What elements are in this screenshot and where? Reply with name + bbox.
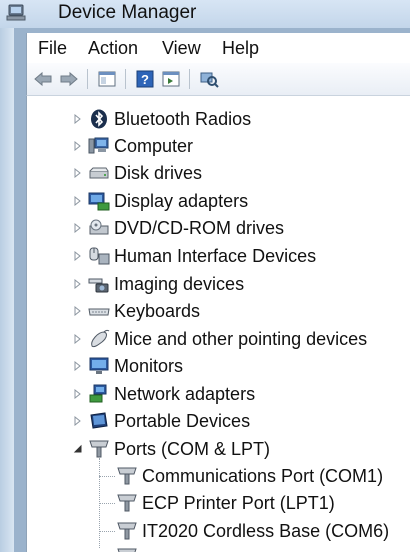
- tree-item-label: Display adapters: [114, 190, 249, 211]
- port-icon: [116, 465, 138, 487]
- tree-item-label: Ports (COM & LPT): [114, 438, 271, 459]
- action-pane-icon[interactable]: [161, 69, 181, 89]
- tree-item-label: Keyboards: [114, 300, 201, 321]
- tree-item-label: Human Interface Devices: [114, 245, 317, 266]
- tree-item-bluetooth-radios[interactable]: Bluetooth Radios: [72, 106, 251, 132]
- expand-arrow-icon[interactable]: [72, 222, 84, 234]
- disk-drive-icon: [88, 162, 110, 184]
- tree-item-computer[interactable]: Computer: [72, 133, 193, 159]
- tree-item-dvd-cd-rom-drives[interactable]: DVD/CD-ROM drives: [72, 215, 284, 241]
- toolbar-separator: [87, 69, 88, 89]
- show-hide-console-tree-icon[interactable]: [97, 69, 117, 89]
- imaging-device-icon: [88, 273, 110, 295]
- tree-item-label: Network adapters: [114, 383, 256, 404]
- tree-item-com6[interactable]: IT2020 Cordless Base (COM6): [116, 518, 389, 544]
- expand-arrow-icon[interactable]: [72, 360, 84, 372]
- tree-item-portable-devices[interactable]: Portable Devices: [72, 408, 250, 434]
- device-manager-icon: [6, 4, 26, 22]
- tree-item-label: DVD/CD-ROM drives: [114, 217, 285, 238]
- collapse-arrow-icon[interactable]: [72, 443, 84, 455]
- hid-icon: [88, 245, 110, 267]
- expand-arrow-icon[interactable]: [72, 195, 84, 207]
- menu-view[interactable]: View: [162, 38, 201, 59]
- expand-arrow-icon[interactable]: [72, 278, 84, 290]
- menu-help[interactable]: Help: [222, 38, 259, 59]
- monitor-icon: [88, 355, 110, 377]
- expand-arrow-icon[interactable]: [72, 113, 84, 125]
- expand-arrow-icon[interactable]: [72, 140, 84, 152]
- device-tree[interactable]: Bluetooth Radios Computer Disk drives Di…: [26, 96, 410, 552]
- dvd-drive-icon: [88, 217, 110, 239]
- tree-item-ports[interactable]: Ports (COM & LPT): [72, 436, 270, 462]
- tree-item-com1[interactable]: Communications Port (COM1): [116, 463, 383, 489]
- forward-icon[interactable]: [59, 69, 79, 89]
- tree-connector: [99, 531, 115, 532]
- computer-icon: [88, 135, 110, 157]
- help-icon[interactable]: ?: [135, 69, 155, 89]
- toolbar-separator: [189, 69, 190, 89]
- expand-arrow-icon[interactable]: [72, 167, 84, 179]
- tree-item-label: ECP Printer Port (LPT1): [142, 492, 335, 513]
- expand-arrow-icon[interactable]: [72, 388, 84, 400]
- toolbar: ?: [26, 63, 410, 96]
- device-manager-window: Device Manager File Action View Help ? B…: [0, 0, 410, 552]
- window-title: Device Manager: [58, 2, 197, 23]
- port-icon: [116, 520, 138, 542]
- svg-text:?: ?: [141, 72, 149, 87]
- scan-hardware-icon[interactable]: [199, 69, 219, 89]
- menu-bar: File Action View Help: [26, 33, 410, 63]
- expand-arrow-icon[interactable]: [72, 250, 84, 262]
- tree-item-lpt1[interactable]: ECP Printer Port (LPT1): [116, 490, 335, 516]
- title-bar[interactable]: Device Manager: [0, 0, 410, 28]
- expand-arrow-icon[interactable]: [72, 305, 84, 317]
- window-border: [0, 0, 14, 552]
- toolbar-separator: [125, 69, 126, 89]
- tree-connector: [99, 503, 115, 504]
- tree-item-label: IT2020 Cordless Base (COM6): [142, 520, 390, 541]
- network-adapter-icon: [88, 383, 110, 405]
- back-icon[interactable]: [33, 69, 53, 89]
- port-icon: [116, 492, 138, 514]
- tree-item-monitors[interactable]: Monitors: [72, 353, 183, 379]
- tree-item-network-adapters[interactable]: Network adapters: [72, 381, 255, 407]
- tree-item-label: Monitors: [114, 355, 184, 376]
- menu-action[interactable]: Action: [88, 38, 138, 59]
- mouse-icon: [88, 328, 110, 350]
- keyboard-icon: [88, 300, 110, 322]
- bluetooth-icon: [88, 108, 110, 130]
- tree-item-label: Mice and other pointing devices: [114, 328, 368, 349]
- tree-item-display-adapters[interactable]: Display adapters: [72, 188, 248, 214]
- tree-item-label: Disk drives: [114, 162, 203, 183]
- tree-connector: [99, 476, 115, 477]
- tree-item-label: Imaging devices: [114, 273, 245, 294]
- port-icon: [116, 546, 138, 552]
- menu-file[interactable]: File: [38, 38, 67, 59]
- tree-item-disk-drives[interactable]: Disk drives: [72, 160, 202, 186]
- portable-device-icon: [88, 410, 110, 432]
- tree-item-label: Computer: [114, 135, 194, 156]
- tree-item-mice[interactable]: Mice and other pointing devices: [72, 326, 367, 352]
- port-icon: [88, 438, 110, 460]
- tree-item-label: Communications Port (COM1): [142, 465, 384, 486]
- tree-item-label: Portable Devices: [114, 410, 251, 431]
- expand-arrow-icon[interactable]: [72, 415, 84, 427]
- tree-item-human-interface-devices[interactable]: Human Interface Devices: [72, 243, 316, 269]
- tree-item-imaging-devices[interactable]: Imaging devices: [72, 271, 244, 297]
- tree-item-label: Bluetooth Radios: [114, 108, 252, 129]
- display-adapter-icon: [88, 190, 110, 212]
- tree-item-keyboards[interactable]: Keyboards: [72, 298, 200, 324]
- tree-item-partial[interactable]: [116, 544, 142, 552]
- expand-arrow-icon[interactable]: [72, 333, 84, 345]
